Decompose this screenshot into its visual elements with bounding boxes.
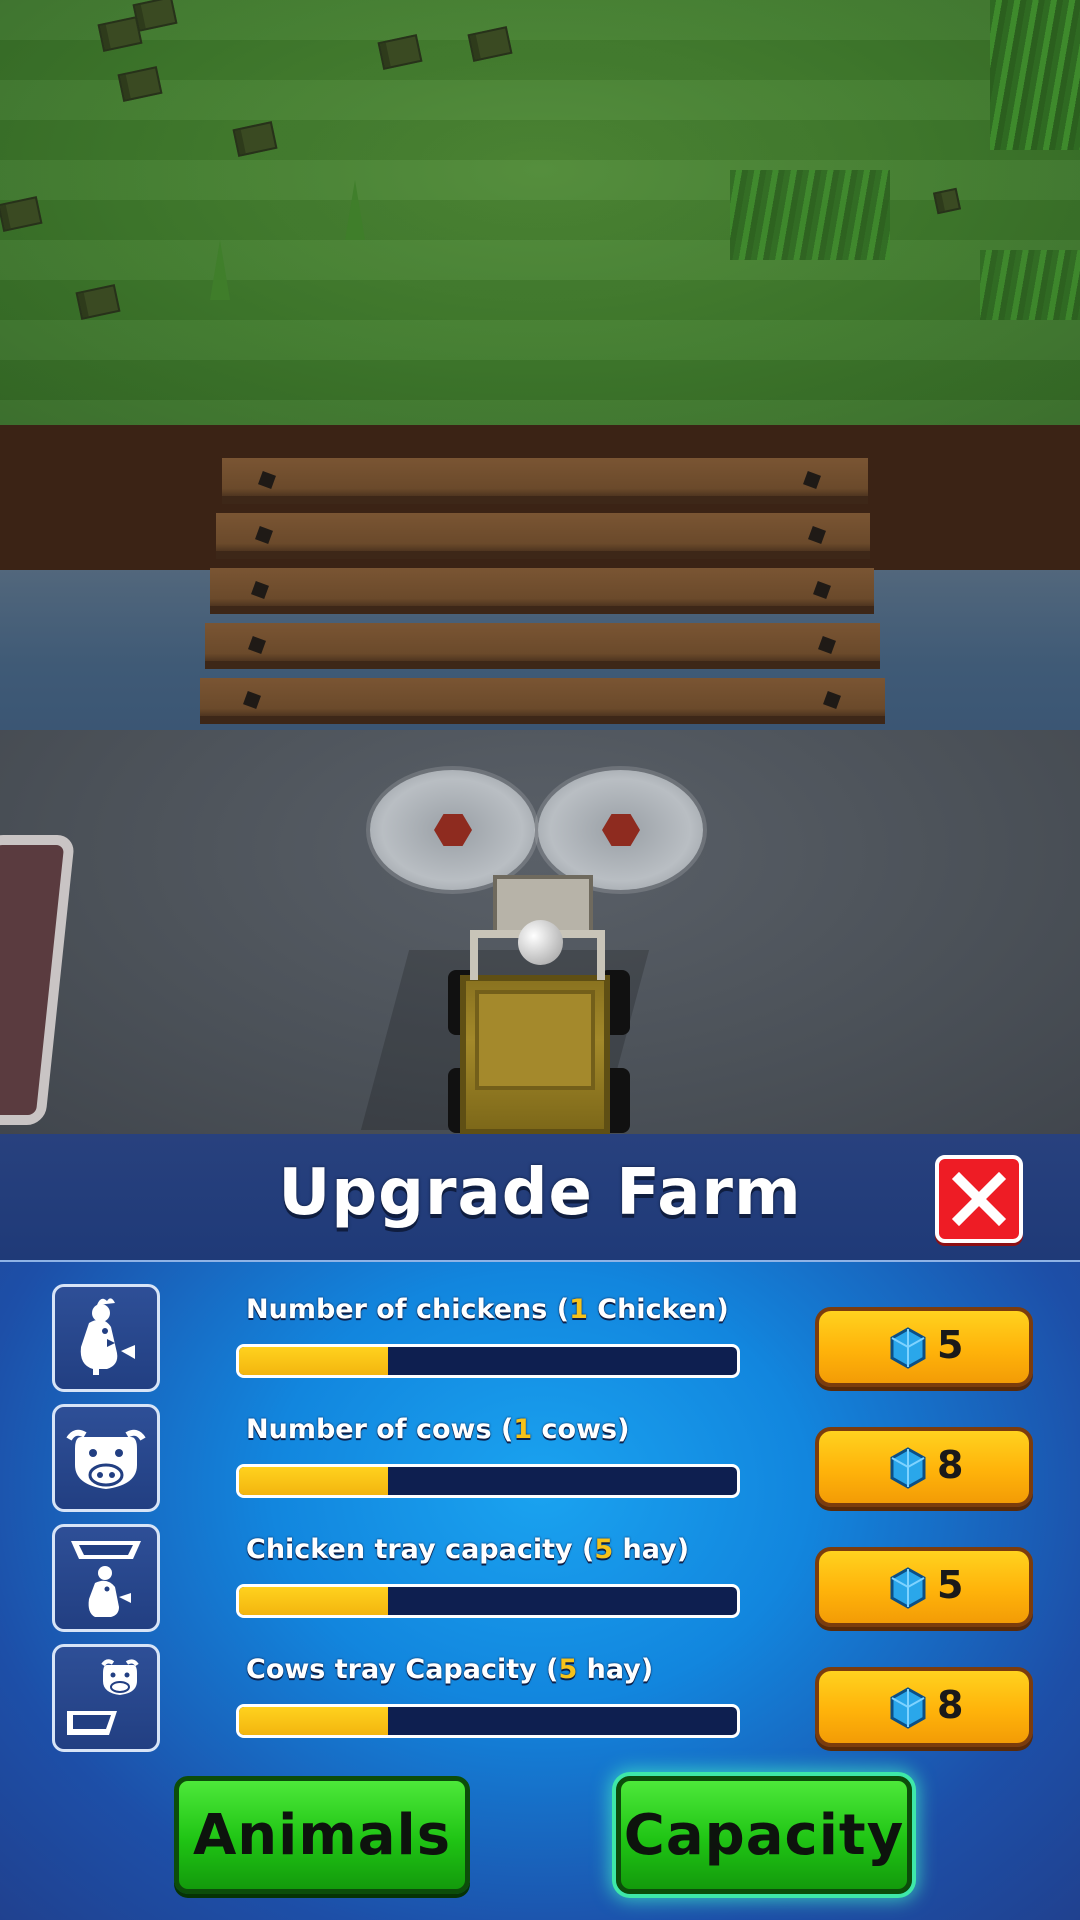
- hay-bale: [232, 121, 278, 157]
- tractor-bed: [475, 990, 595, 1090]
- tab-label: Capacity: [623, 1803, 905, 1868]
- buy-chickens-button[interactable]: 5: [815, 1307, 1033, 1387]
- tall-grass: [730, 170, 890, 260]
- upgrade-label: Number of chickens (1 Chicken): [246, 1294, 729, 1325]
- progress-fill: [239, 1347, 389, 1375]
- gem-icon: [890, 1447, 926, 1489]
- gem-icon: [890, 1687, 926, 1729]
- grass-tuft: [345, 180, 365, 240]
- price-value: 5: [937, 1563, 964, 1607]
- hay-bale: [75, 284, 121, 320]
- upgrade-row-chicken-tray: Chicken tray capacity (5 hay) 5: [0, 1524, 1080, 1634]
- buy-cows-tray-button[interactable]: 8: [815, 1667, 1033, 1747]
- close-icon: [951, 1171, 1007, 1227]
- grass-tuft: [210, 240, 230, 300]
- chicken-tray-icon: [52, 1524, 160, 1632]
- progress-bar: [236, 1704, 740, 1738]
- price-value: 8: [937, 1443, 964, 1487]
- gem-icon: [890, 1567, 926, 1609]
- wooden-bridge: [200, 458, 885, 733]
- hay-bale: [117, 66, 163, 102]
- tab-label: Animals: [192, 1803, 452, 1868]
- upgrade-label: Cows tray Capacity (5 hay): [246, 1654, 654, 1685]
- panel-title: Upgrade Farm: [278, 1156, 802, 1230]
- progress-bar: [236, 1344, 740, 1378]
- hay-bale: [377, 34, 423, 70]
- chicken-icon: [52, 1284, 160, 1392]
- progress-fill: [239, 1587, 389, 1615]
- upgrade-panel: Upgrade Farm Number of chickens (1 Chick…: [0, 1134, 1080, 1920]
- grass-field: [0, 0, 1080, 425]
- buy-cows-button[interactable]: 8: [815, 1427, 1033, 1507]
- cow-tray-icon: [52, 1644, 160, 1752]
- hay-bale: [132, 0, 178, 32]
- hay-bale: [0, 196, 43, 232]
- driver-avatar: [518, 920, 563, 965]
- tab-animals[interactable]: Animals: [174, 1776, 470, 1894]
- close-button[interactable]: [935, 1155, 1023, 1243]
- progress-fill: [239, 1707, 389, 1735]
- upgrade-label: Number of cows (1 cows): [246, 1414, 630, 1445]
- upgrade-row-chickens: Number of chickens (1 Chicken) 5: [0, 1284, 1080, 1394]
- price-value: 5: [937, 1323, 964, 1367]
- gem-icon: [890, 1327, 926, 1369]
- upgrade-row-cows-tray: Cows tray Capacity (5 hay) 8: [0, 1644, 1080, 1754]
- tab-capacity[interactable]: Capacity: [616, 1776, 912, 1894]
- upgrade-row-cows: Number of cows (1 cows) 8: [0, 1404, 1080, 1514]
- progress-bar: [236, 1584, 740, 1618]
- cow-icon: [52, 1404, 160, 1512]
- price-value: 8: [937, 1683, 964, 1727]
- saw-blade-left: [370, 770, 535, 890]
- progress-bar: [236, 1464, 740, 1498]
- saw-blade-right: [538, 770, 703, 890]
- hay-bale: [467, 26, 513, 62]
- panel-header: Upgrade Farm: [0, 1134, 1080, 1262]
- progress-fill: [239, 1467, 389, 1495]
- hay-bale: [932, 187, 962, 215]
- game-scene: [0, 0, 1080, 1134]
- buy-chicken-tray-button[interactable]: 5: [815, 1547, 1033, 1627]
- tall-grass: [980, 250, 1080, 320]
- upgrade-label: Chicken tray capacity (5 hay): [246, 1534, 690, 1565]
- tall-grass: [990, 0, 1080, 150]
